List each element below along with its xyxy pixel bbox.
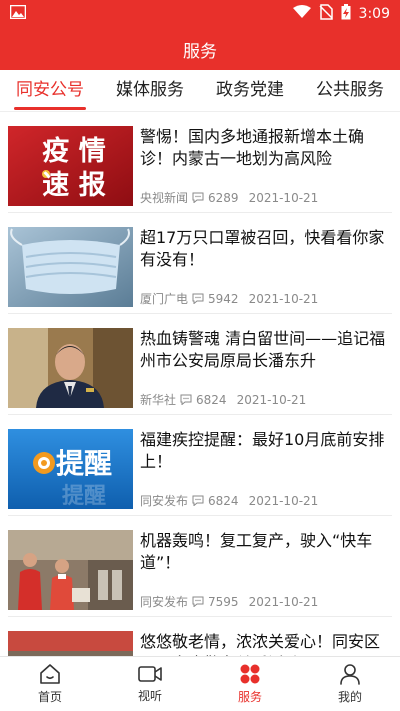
- nav-services[interactable]: 服务: [200, 657, 300, 711]
- news-item[interactable]: 提醒 提醒 福建疾控提醒：最好10月底前安排上！ 同安发布 6824 2021-…: [0, 415, 400, 516]
- news-meta: 同安发布 6824 2021-10-21: [140, 492, 392, 509]
- news-thumbnail-reminder: 提醒 提醒: [8, 429, 133, 509]
- comment-count: 6824: [208, 493, 239, 508]
- news-source: 厦门广电: [140, 292, 189, 306]
- news-date: 2021-10-21: [248, 493, 319, 508]
- news-thumbnail-factory-workers: [8, 530, 133, 610]
- user-icon: [338, 663, 362, 685]
- news-date: 2021-10-21: [248, 291, 319, 306]
- news-list: 疫 情 速 报 警惕！国内多地通报新增本土确诊！内蒙古一地划为高风险 央视新闻 …: [0, 112, 400, 656]
- tab-media-services[interactable]: 媒体服务: [100, 70, 200, 112]
- news-title: 机器轰鸣！复工复产，驶入“快车道”！: [140, 531, 373, 572]
- thumb-text-line1: 疫 情: [42, 135, 105, 167]
- news-date: 2021-10-21: [248, 594, 319, 609]
- tab-label: 政务党建: [216, 79, 284, 100]
- news-meta: 厦门广电 5942 2021-10-21: [140, 290, 392, 307]
- video-icon: [137, 664, 163, 684]
- thumb-text-ghost: 提醒: [62, 483, 106, 509]
- news-thumbnail-face-mask: [8, 227, 133, 307]
- news-thumbnail-elderly-care: [8, 631, 133, 656]
- news-item[interactable]: 悠悠敬老情，浓浓关爱心！同安区开展家庭敬老关爱活动: [0, 617, 400, 656]
- news-source: 新华社: [140, 393, 177, 407]
- comment-icon: [192, 495, 204, 507]
- news-title: 福建疾控提醒：最好10月底前安排上！: [140, 430, 385, 471]
- news-meta: 央视新闻 6289 2021-10-21: [140, 189, 392, 206]
- news-source: 同安发布: [140, 595, 189, 609]
- comment-icon: [192, 596, 204, 608]
- nav-profile[interactable]: 我的: [300, 657, 400, 711]
- no-sim-icon: [319, 4, 333, 24]
- bottom-navigation: 首页 视听 服务 我的: [0, 656, 400, 711]
- news-title: 热血铸警魂 清白留世间——追记福州市公安局原局长潘东升: [140, 329, 386, 370]
- news-item[interactable]: 机器轰鸣！复工复产，驶入“快车道”！ 同安发布 7595 2021-10-21: [0, 516, 400, 617]
- status-bar: 3:09: [0, 0, 400, 28]
- news-thumbnail-police-chief: [8, 328, 133, 408]
- comment-icon: [192, 293, 204, 305]
- news-date: 2021-10-21: [236, 392, 307, 407]
- status-time: 3:09: [358, 6, 390, 22]
- tab-tongan-official[interactable]: 同安公号: [0, 70, 100, 112]
- tab-label: 同安公号: [16, 79, 84, 100]
- nav-label: 视听: [137, 689, 162, 703]
- news-meta: 同安发布 7595 2021-10-21: [140, 593, 392, 610]
- home-icon: [38, 663, 62, 685]
- news-item[interactable]: 疫 情 速 报 警惕！国内多地通报新增本土确诊！内蒙古一地划为高风险 央视新闻 …: [0, 112, 400, 213]
- service-dots-icon: [239, 663, 261, 685]
- thumb-text-word: 提醒: [56, 447, 112, 480]
- tab-label: 公共服务: [316, 79, 384, 100]
- tab-public-services[interactable]: 公共服务: [300, 70, 400, 112]
- nav-label: 首页: [37, 690, 62, 704]
- tab-government-party[interactable]: 政务党建: [200, 70, 300, 112]
- comment-icon: [192, 192, 204, 204]
- news-meta: 新华社 6824 2021-10-21: [140, 391, 392, 408]
- nav-label: 服务: [237, 690, 262, 704]
- news-item[interactable]: 超17万只口罩被召回，快看看你家有没有！ 厦门广电 5942 2021-10-2…: [0, 213, 400, 314]
- comment-count: 5942: [208, 291, 239, 306]
- news-item[interactable]: 热血铸警魂 清白留世间——追记福州市公安局原局长潘东升 新华社 6824 202…: [0, 314, 400, 415]
- battery-charging-icon: [341, 4, 351, 24]
- app-bar: 服务: [0, 28, 400, 70]
- comment-icon: [180, 394, 192, 406]
- nav-label: 我的: [337, 690, 362, 704]
- news-source: 央视新闻: [140, 191, 189, 205]
- comment-count: 7595: [208, 594, 239, 609]
- news-date: 2021-10-21: [248, 190, 319, 205]
- news-thumbnail-epidemic-report: 疫 情 速 报: [8, 126, 133, 206]
- gallery-notification-icon: [9, 4, 27, 23]
- news-source: 同安发布: [140, 494, 189, 508]
- category-tabs: 同安公号 媒体服务 政务党建 公共服务: [0, 70, 400, 112]
- thumb-text-line2: 速 报: [42, 170, 105, 201]
- comment-count: 6824: [196, 392, 227, 407]
- nav-home[interactable]: 首页: [0, 657, 100, 711]
- comment-count: 6289: [208, 190, 239, 205]
- page-title: 服务: [183, 41, 217, 62]
- wifi-icon: [292, 5, 311, 23]
- nav-video[interactable]: 视听: [100, 657, 200, 711]
- news-title: 悠悠敬老情，浓浓关爱心！同安区开展家庭敬老关爱活动: [140, 632, 381, 656]
- tab-label: 媒体服务: [116, 79, 184, 100]
- news-title: 超17万只口罩被召回，快看看你家有没有！: [140, 228, 385, 269]
- news-title: 警惕！国内多地通报新增本土确诊！内蒙古一地划为高风险: [140, 127, 365, 168]
